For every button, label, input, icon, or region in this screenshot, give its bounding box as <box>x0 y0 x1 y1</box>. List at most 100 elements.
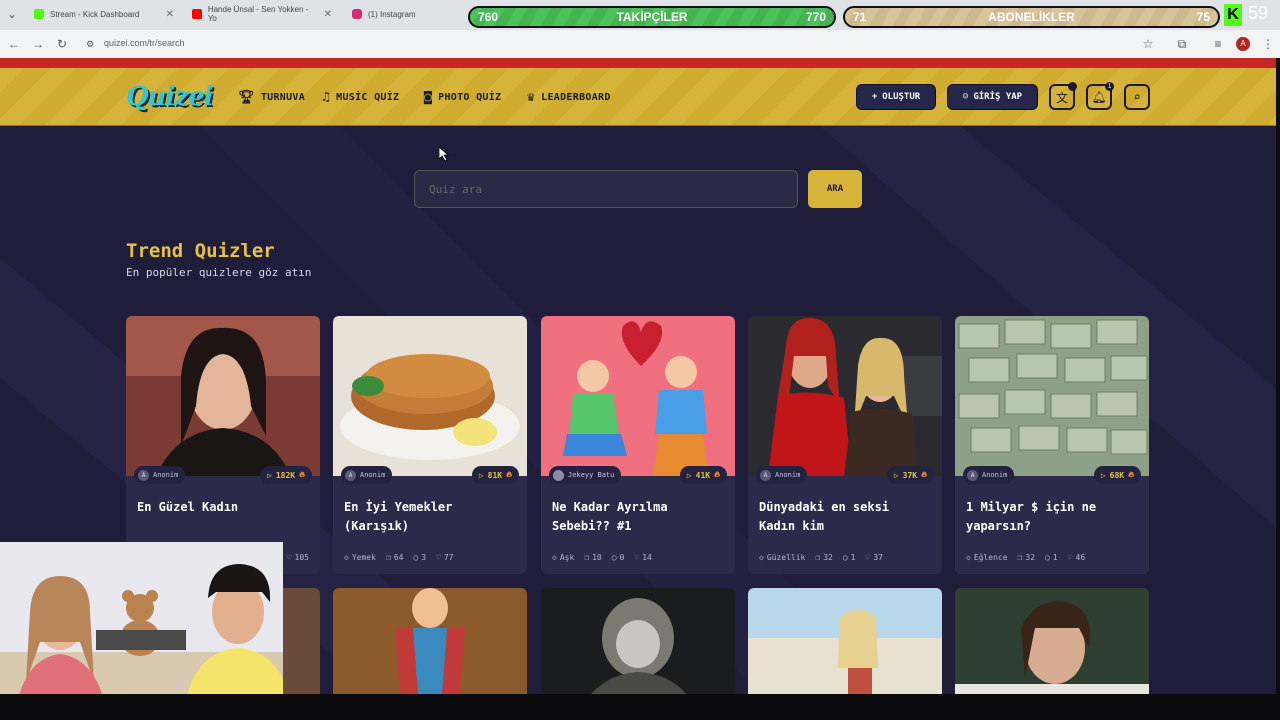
kick-favicon-icon <box>34 9 44 19</box>
comments: ◯ 1 <box>1045 553 1058 562</box>
tab-title: (1) Instagram <box>368 9 416 19</box>
heart-icon: ♡ <box>865 553 871 562</box>
quiz-meta: ◇ Eğlence ❐ 32 ◯ 1 ♡ 46 <box>966 553 1138 562</box>
category-label: Yemek <box>351 553 376 562</box>
create-button[interactable]: + OLUŞTUR <box>856 84 936 110</box>
nav-leaderboard[interactable]: ♛ LEADERBOARD <box>527 90 611 105</box>
followers-goal-bar: 760 TAKİPÇİLER 770 <box>468 6 836 28</box>
author-name: Anonim <box>153 471 179 479</box>
site-info-icon[interactable]: ⚙ <box>82 36 98 52</box>
quiz-card[interactable]: A Anonim ▷ 81K 🔥︎ En İyi Yemekler (Karışık)… <box>333 316 527 574</box>
question-count: ❐ 64 <box>386 553 403 562</box>
browser-addressbar: ← → ↻ ⚙ quizei.com/tr/search ☆ ⧉ ≡ A ⋮ <box>0 30 1280 58</box>
extensions-icon[interactable]: ⧉ <box>1174 36 1190 52</box>
search-box <box>414 170 798 208</box>
question-count-value: 64 <box>393 553 404 562</box>
subs-label: ABONELİKLER <box>988 10 1075 24</box>
language-button[interactable]: 文 <box>1049 82 1077 110</box>
likes: ♡ 46 <box>1068 553 1085 562</box>
quiz-title[interactable]: 1 Milyar $ için ne yaparsın? <box>966 498 1138 536</box>
layers-icon: ❐ <box>385 553 391 562</box>
quiz-card[interactable]: A Anonim ▷ 182K 🔥︎ En Güzel Kadın ♡ 105 <box>126 316 320 574</box>
question-count-value: 10 <box>592 553 602 562</box>
menu-kebab-icon[interactable]: ⋮ <box>1260 36 1276 52</box>
reload-icon[interactable]: ↻ <box>54 36 70 52</box>
comment-count: 1 <box>1052 553 1058 562</box>
quiz-thumbnail <box>126 316 320 476</box>
quiz-meta: ◇ Güzellik ❐ 32 ◯ 1 ♡ 37 <box>759 553 931 562</box>
search-button[interactable]: ARA <box>808 170 862 208</box>
comment-count: 3 <box>421 553 427 562</box>
quiz-title[interactable]: En İyi Yemekler (Karışık) <box>344 498 516 536</box>
section-title: Trend Quizler <box>126 240 275 262</box>
webcam-image <box>0 542 283 700</box>
play-count-chip: ▷ 68K 🔥︎ <box>1093 466 1141 484</box>
flame-icon: 🔥︎ <box>506 470 512 479</box>
browser-tab-instagram[interactable]: (1) Instagram <box>344 4 462 24</box>
comments: ◯ 3 <box>413 553 426 562</box>
author-chip: A Anonim <box>963 466 1015 484</box>
quiz-card-partial[interactable] <box>955 588 1149 694</box>
quiz-title[interactable]: En Güzel Kadın <box>137 498 309 517</box>
back-arrow-icon[interactable]: ← <box>6 36 22 52</box>
nav-music-quiz[interactable]: ♫ MUSİC QUİZ <box>322 90 399 105</box>
quiz-card-partial[interactable] <box>333 588 527 694</box>
category: ◇ Güzellik <box>759 553 805 562</box>
close-icon[interactable]: ✕ <box>324 9 332 20</box>
browser-tab-kick[interactable]: Stream - Kick Dashboard ✕ <box>26 4 182 24</box>
heart-icon: ♡ <box>1067 553 1073 562</box>
close-icon[interactable]: ✕ <box>166 9 174 20</box>
camera-icon: ◙ <box>424 90 433 105</box>
trophy-icon: 🏆︎ <box>238 90 255 105</box>
play-count-chip: ▷ 182K 🔥︎ <box>260 466 312 484</box>
profile-avatar[interactable]: A <box>1236 37 1250 51</box>
bookmark-star-icon[interactable]: ☆ <box>1140 36 1156 52</box>
nav-turnuva[interactable]: 🏆︎ TURNUVA <box>238 90 305 105</box>
quiz-card[interactable]: Jekeyy Batu ▷ 41K 🔥︎ Ne Kadar Ayrılma Sebe… <box>541 316 735 574</box>
forward-arrow-icon[interactable]: → <box>30 36 46 52</box>
quiz-card[interactable]: A Anonim ▷ 68K 🔥︎ 1 Milyar $ için ne yapars… <box>955 316 1149 574</box>
play-count: 182K <box>275 470 296 480</box>
nav-label: LEADERBOARD <box>541 92 611 103</box>
site-logo[interactable]: Quizei <box>126 82 214 112</box>
quiz-thumbnail <box>541 588 735 694</box>
likes-count: 46 <box>1075 553 1086 562</box>
play-icon: ▷ <box>267 470 272 480</box>
category: ◇ Eğlence <box>966 553 1008 562</box>
url-field[interactable]: quizei.com/tr/search <box>104 38 185 48</box>
quiz-card-partial[interactable] <box>541 588 735 694</box>
layers-icon: ❐ <box>584 553 590 562</box>
likes: ♡ 14 <box>634 553 651 562</box>
quiz-title[interactable]: Dünyadaki en seksi Kadın kim <box>759 498 931 536</box>
reading-list-icon[interactable]: ≡ <box>1210 36 1226 52</box>
play-count: 37K <box>902 470 918 480</box>
avatar <box>553 469 564 481</box>
nav-photo-quiz[interactable]: ◙ PHOTO QUİZ <box>424 90 501 105</box>
award-icon: ♛ <box>527 90 536 105</box>
subs-current: 71 <box>853 10 867 24</box>
author-chip: A Anonim <box>756 466 808 484</box>
subs-goal-bar: 71 ABONELİKLER 75 <box>843 6 1220 28</box>
youtube-favicon-icon <box>192 9 202 19</box>
browser-tab-youtube[interactable]: Hande Ünsal - Sen Yokken - Yo ✕ <box>184 4 340 24</box>
nav-label: TURNUVA <box>260 92 306 103</box>
mouse-cursor-icon <box>439 147 449 161</box>
search-input[interactable] <box>429 182 797 196</box>
comment-icon: ◯ <box>842 553 848 562</box>
quiz-title[interactable]: Ne Kadar Ayrılma Sebebi?? #1 <box>552 498 724 536</box>
tab-title: Stream - Kick Dashboard <box>50 9 140 19</box>
login-button[interactable]: ☺ GİRİŞ YAP <box>947 84 1038 110</box>
play-icon: ▷ <box>686 470 692 480</box>
quiz-card-partial[interactable] <box>748 588 942 694</box>
quiz-card[interactable]: A Anonim ▷ 37K 🔥︎ Dünyadaki en seksi Kadın … <box>748 316 942 574</box>
search-toggle-button[interactable]: ⌕ <box>1124 84 1150 110</box>
comment-icon: ◯ <box>1045 553 1050 562</box>
flame-icon: 🔥︎ <box>714 470 720 479</box>
notifications-button[interactable]: 🔔︎ 1 <box>1086 82 1114 110</box>
tab-list-chevron-icon[interactable]: ⌄ <box>4 6 20 22</box>
category: ◇ Aşk <box>552 553 574 562</box>
tag-icon: ◇ <box>759 553 764 562</box>
author-chip: A Anonim <box>341 466 393 484</box>
play-count: 41K <box>695 470 711 480</box>
heart-icon: ♡ <box>436 553 441 562</box>
